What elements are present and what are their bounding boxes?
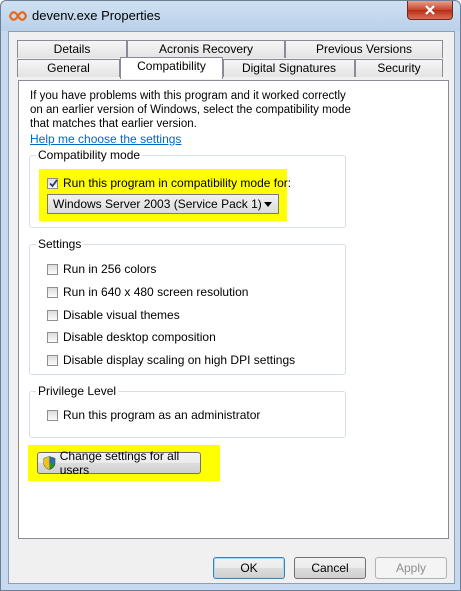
compat-mode-checkbox[interactable] [47, 177, 58, 189]
dialog-client-area: Details Acronis Recovery Previous Versio… [8, 31, 455, 584]
setting-640x480[interactable]: Run in 640 x 480 screen resolution [47, 284, 248, 300]
help-choose-settings-link[interactable]: Help me choose the settings [30, 132, 181, 146]
window-title: devenv.exe Properties [32, 8, 161, 23]
setting-label: Run in 640 x 480 screen resolution [63, 285, 249, 299]
checkbox[interactable] [47, 263, 58, 275]
setting-label: Disable visual themes [63, 308, 180, 322]
cancel-button[interactable]: Cancel [294, 557, 366, 579]
setting-disable-dpi-scaling[interactable]: Disable display scaling on high DPI sett… [47, 352, 295, 368]
setting-label: Disable desktop composition [63, 330, 216, 344]
group-label: Privilege Level [36, 384, 119, 398]
close-icon [425, 5, 435, 15]
setting-disable-visual-themes[interactable]: Disable visual themes [47, 307, 180, 323]
apply-button[interactable]: Apply [375, 557, 447, 579]
tab-label: Previous Versions [315, 42, 413, 56]
checkmark-icon [49, 178, 58, 187]
tab-previous-versions[interactable]: Previous Versions [285, 40, 443, 58]
close-button[interactable] [407, 1, 453, 20]
selected-os-value: Windows Server 2003 (Service Pack 1) [53, 197, 262, 211]
compat-mode-checkbox-row[interactable]: Run this program in compatibility mode f… [47, 175, 291, 191]
tab-acronis-recovery[interactable]: Acronis Recovery [127, 40, 285, 58]
tab-label: Compatibility [137, 59, 206, 73]
change-settings-all-users-button[interactable]: Change settings for all users [37, 449, 201, 477]
properties-window: devenv.exe Properties Details Acronis Re… [0, 0, 461, 591]
setting-label: Run in 256 colors [63, 262, 157, 276]
visual-studio-icon [9, 11, 27, 21]
group-label: Settings [36, 237, 84, 251]
run-as-admin-checkbox[interactable] [47, 409, 58, 421]
tab-details[interactable]: Details [17, 40, 127, 58]
setting-label: Disable display scaling on high DPI sett… [63, 353, 296, 367]
checkbox[interactable] [47, 286, 58, 298]
tab-compatibility[interactable]: Compatibility [120, 57, 223, 79]
group-label: Compatibility mode [36, 148, 143, 162]
setting-disable-desktop-composition[interactable]: Disable desktop composition [47, 329, 216, 345]
run-as-admin-row[interactable]: Run this program as an administrator [47, 407, 260, 423]
checkbox[interactable] [47, 354, 58, 366]
dropdown-arrow-icon [264, 202, 272, 207]
ok-button[interactable]: OK [213, 557, 285, 579]
tab-label: Acronis Recovery [158, 42, 254, 56]
title-bar[interactable]: devenv.exe Properties [1, 1, 460, 31]
tab-label: General [47, 61, 90, 75]
checkbox[interactable] [47, 309, 58, 321]
tab-digital-signatures[interactable]: Digital Signatures [223, 59, 355, 77]
tab-label: Digital Signatures [241, 61, 337, 75]
tab-security[interactable]: Security [355, 59, 443, 77]
tab-general[interactable]: General [17, 59, 120, 77]
tab-label: Details [53, 42, 91, 56]
setting-256-colors[interactable]: Run in 256 colors [47, 261, 156, 277]
uac-shield-icon [43, 456, 56, 470]
tab-label: Security [377, 61, 421, 75]
intro-text: If you have problems with this program a… [30, 90, 351, 130]
os-version-select[interactable]: Windows Server 2003 (Service Pack 1) [47, 194, 279, 214]
checkbox[interactable] [47, 331, 58, 343]
run-as-admin-label: Run this program as an administrator [63, 408, 261, 422]
change-settings-label: Change settings for all users [59, 449, 180, 477]
compat-mode-label: Run this program in compatibility mode f… [63, 176, 292, 190]
